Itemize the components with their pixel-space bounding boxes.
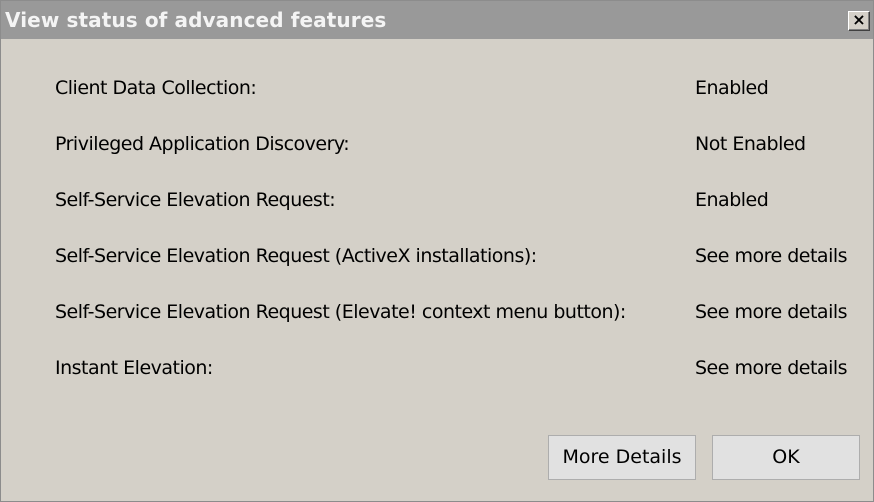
feature-row-instant-elevation: Instant Elevation: See more details xyxy=(1,357,874,413)
feature-row-self-service-elevation-request: Self-Service Elevation Request: Enabled xyxy=(1,189,874,245)
feature-label: Self-Service Elevation Request (Elevate!… xyxy=(55,301,626,323)
feature-status: Not Enabled xyxy=(695,133,806,155)
feature-label: Instant Elevation: xyxy=(55,357,213,379)
feature-status: Enabled xyxy=(695,77,769,99)
feature-label: Self-Service Elevation Request: xyxy=(55,189,336,211)
feature-label: Privileged Application Discovery: xyxy=(55,133,350,155)
feature-status: See more details xyxy=(695,245,848,267)
ok-button[interactable]: OK xyxy=(712,435,860,480)
feature-row-client-data-collection: Client Data Collection: Enabled xyxy=(1,77,874,133)
feature-status: Enabled xyxy=(695,189,769,211)
advanced-features-dialog: View status of advanced features × Clien… xyxy=(0,0,874,502)
title-bar: View status of advanced features × xyxy=(1,1,873,39)
feature-label: Self-Service Elevation Request (ActiveX … xyxy=(55,245,537,267)
feature-status: See more details xyxy=(695,357,848,379)
feature-status-list: Client Data Collection: Enabled Privileg… xyxy=(1,77,874,413)
feature-row-elevate-context-menu: Self-Service Elevation Request (Elevate!… xyxy=(1,301,874,357)
feature-row-activex-installations: Self-Service Elevation Request (ActiveX … xyxy=(1,245,874,301)
window-title: View status of advanced features xyxy=(5,8,387,32)
close-button[interactable]: × xyxy=(848,11,870,31)
feature-status: See more details xyxy=(695,301,848,323)
close-icon: × xyxy=(852,10,866,29)
feature-row-privileged-application-discovery: Privileged Application Discovery: Not En… xyxy=(1,133,874,189)
more-details-button[interactable]: More Details xyxy=(548,435,696,480)
feature-label: Client Data Collection: xyxy=(55,77,257,99)
